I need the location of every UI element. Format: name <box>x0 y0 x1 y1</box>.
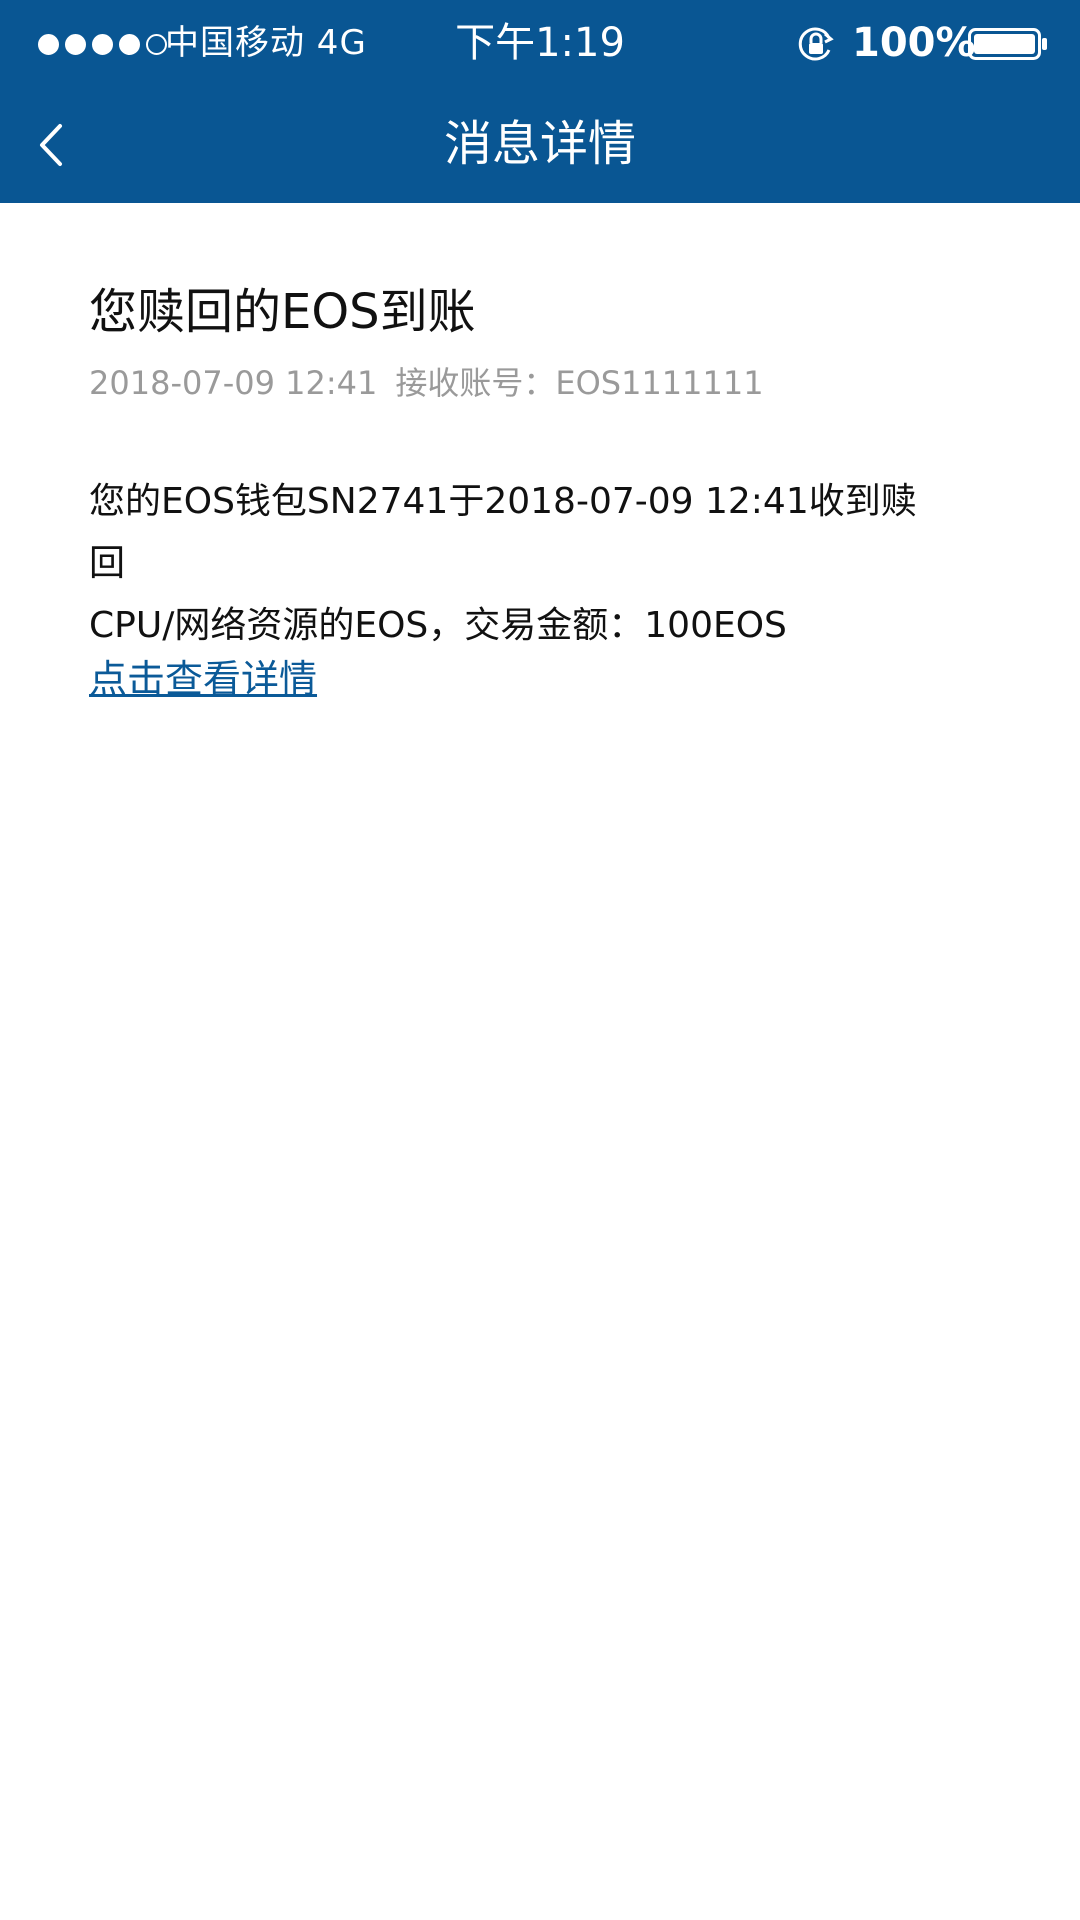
receiving-account: 接收账号：EOS1111111 <box>395 364 764 402</box>
message-body: 您的EOS钱包SN2741于2018-07-09 12:41收到赎回 CPU/网… <box>89 471 949 657</box>
battery-percentage: 100% <box>852 20 976 66</box>
status-bar: 中国移动 4G 下午1:19 100% <box>0 0 1080 86</box>
message-meta: 2018-07-09 12:41 接收账号：EOS1111111 <box>89 361 764 405</box>
page-title: 消息详情 <box>443 116 636 172</box>
message-date: 2018-07-09 12:41 <box>89 364 378 402</box>
message-title: 您赎回的EOS到账 <box>89 284 476 340</box>
battery-icon <box>968 28 1048 60</box>
rotation-lock-icon <box>796 24 836 64</box>
navigation-bar: 消息详情 <box>0 86 1080 203</box>
message-body-line: CPU/网络资源的EOS，交易金额：100EOS <box>89 605 787 646</box>
view-details-link[interactable]: 点击查看详情 <box>89 654 317 704</box>
app-header: 中国移动 4G 下午1:19 100% 消息详情 <box>0 0 1080 203</box>
message-body-line: 您的EOS钱包SN2741于2018-07-09 12:41收到赎回 <box>89 481 917 584</box>
